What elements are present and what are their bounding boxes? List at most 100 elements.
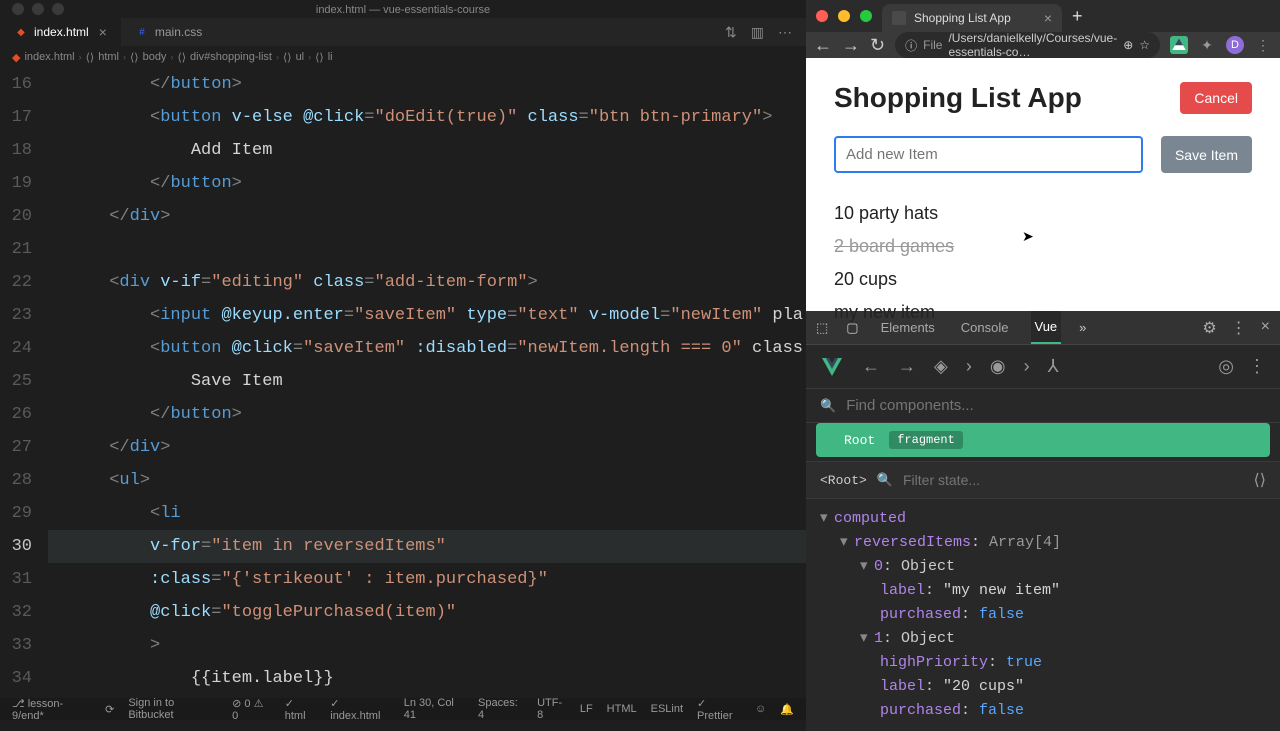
code-icon: ⟨⟩ [177, 51, 186, 64]
tab-index-html[interactable]: ◆ index.html × [0, 18, 121, 46]
root-label: Root [844, 433, 875, 448]
components-icon[interactable]: ◈ [934, 356, 948, 377]
minimize-window[interactable] [838, 10, 850, 22]
tree-icon[interactable]: ⅄ [1048, 356, 1059, 377]
chevron-right-icon[interactable]: › [966, 356, 972, 377]
url-path: /Users/danielkelly/Courses/vue-essential… [948, 31, 1117, 59]
tab-main-css[interactable]: # main.css [121, 18, 216, 46]
bell-icon[interactable]: 🔔 [780, 703, 794, 716]
avatar[interactable]: D [1226, 36, 1244, 54]
tab-title: Shopping List App [914, 11, 1011, 25]
editor-tab-bar: ◆ index.html × # main.css ⇅ ▥ ⋯ [0, 18, 806, 46]
tab-actions: ⇅ ▥ ⋯ [725, 24, 806, 41]
forward-button[interactable]: → [842, 35, 860, 56]
list-item[interactable]: my new item [834, 296, 1252, 329]
crumb[interactable]: html [98, 51, 119, 63]
vue-devtools-icon[interactable] [1170, 36, 1188, 54]
forward-icon[interactable]: → [898, 356, 916, 377]
state-inspector[interactable]: ▾computed ▾reversedItems: Array[4] ▾0: O… [806, 499, 1280, 731]
new-tab-button[interactable]: + [1072, 6, 1083, 27]
extensions-icon[interactable]: ✦ [1198, 36, 1216, 54]
reload-button[interactable]: ↻ [870, 35, 885, 56]
prettier[interactable]: ✓ Prettier [697, 697, 741, 722]
save-item-button[interactable]: Save Item [1161, 136, 1252, 173]
star-icon[interactable]: ☆ [1139, 38, 1150, 52]
eslint[interactable]: ESLint [651, 703, 683, 715]
expand-icon[interactable]: ⟨⟩ [1254, 470, 1266, 490]
compass-icon[interactable]: ◉ [990, 356, 1006, 377]
close-window[interactable] [816, 10, 828, 22]
file-indicator[interactable]: ✓ index.html [330, 697, 390, 722]
eol[interactable]: LF [580, 703, 593, 715]
menu-icon[interactable]: ⋮ [1254, 36, 1272, 54]
breadcrumb: ◆ index.html› ⟨⟩html› ⟨⟩body› ⟨⟩div#shop… [0, 46, 806, 68]
selected-component: <Root> [820, 473, 867, 488]
close-devtools-icon[interactable]: × [1261, 318, 1270, 338]
search-icon: 🔍 [820, 398, 836, 414]
problems[interactable]: ⊘ 0 ⚠ 0 [232, 697, 271, 722]
back-icon[interactable]: ← [862, 356, 880, 377]
code-area[interactable]: 16171819202122232425262728293031323334 <… [0, 68, 806, 698]
filter-state-input[interactable] [903, 472, 1244, 488]
vue-logo-icon [820, 355, 844, 379]
code-body[interactable]: </button> <button v-else @click="doEdit(… [48, 68, 806, 698]
search-icon: 🔍 [877, 472, 893, 488]
cursor-pos[interactable]: Ln 30, Col 41 [404, 697, 464, 721]
spaces[interactable]: Spaces: 4 [478, 697, 523, 721]
devtools: ⬚ ▢ Elements Console Vue » ⚙ ⋮ × ← → ◈ ›… [806, 311, 1280, 731]
bitbucket-signin[interactable]: Sign in to Bitbucket [128, 697, 218, 721]
browser-tab[interactable]: Shopping List App × [882, 4, 1062, 32]
crumb[interactable]: ul [296, 51, 305, 63]
chevron-right-icon[interactable]: › [1024, 356, 1030, 377]
tab-label: main.css [155, 25, 202, 39]
cursor-icon: ➤ [1022, 228, 1034, 245]
status-bar: ⎇ lesson-9/end* ⟳ Sign in to Bitbucket ⊘… [0, 698, 806, 720]
maximize-window[interactable] [860, 10, 872, 22]
crumb[interactable]: div#shopping-list [190, 51, 272, 63]
crumb[interactable]: index.html [24, 51, 74, 63]
html-indicator[interactable]: ✓ html [285, 697, 317, 722]
list-item[interactable]: 10 party hats [834, 197, 1252, 230]
reader-icon[interactable]: ⊕ [1123, 38, 1133, 52]
app-viewport: Shopping List App Cancel Save Item 10 pa… [806, 58, 1280, 311]
url-bar[interactable]: ⓘ File /Users/danielkelly/Courses/vue-es… [895, 32, 1160, 58]
split-icon[interactable]: ▥ [751, 24, 764, 41]
target-icon[interactable]: ◎ [1218, 356, 1234, 377]
feedback-icon[interactable]: ☺ [755, 703, 766, 715]
compare-icon[interactable]: ⇅ [725, 24, 737, 41]
lang[interactable]: HTML [607, 703, 637, 715]
more-icon[interactable]: ⋯ [778, 24, 792, 41]
html-file-icon: ◆ [14, 25, 28, 39]
state-filter-bar: <Root> 🔍 ⟨⟩ [806, 461, 1280, 499]
html-file-icon: ◆ [12, 51, 20, 64]
back-button[interactable]: ← [814, 35, 832, 56]
more-icon[interactable]: ⋮ [1248, 356, 1266, 377]
close-icon[interactable]: × [99, 24, 107, 40]
encoding[interactable]: UTF-8 [537, 697, 566, 721]
cancel-button[interactable]: Cancel [1180, 82, 1252, 114]
url-bar-row: ← → ↻ ⓘ File /Users/danielkelly/Courses/… [806, 32, 1280, 58]
code-icon: ⟨⟩ [86, 51, 95, 64]
info-icon[interactable]: ⓘ [905, 37, 917, 54]
browser-pane: Shopping List App × + ← → ↻ ⓘ File /User… [806, 0, 1280, 720]
page-title: Shopping List App [834, 82, 1082, 114]
close-icon[interactable]: × [1044, 10, 1052, 26]
code-icon: ⟨⟩ [130, 51, 139, 64]
git-branch[interactable]: ⎇ lesson-9/end* [12, 697, 91, 722]
fragment-badge: fragment [889, 431, 963, 449]
editor-pane: index.html — vue-essentials-course ◆ ind… [0, 0, 806, 720]
sync-icon[interactable]: ⟳ [105, 703, 114, 716]
gutter: 16171819202122232425262728293031323334 [0, 68, 48, 698]
list-item[interactable]: 2 board games [834, 230, 1252, 263]
search-input[interactable] [846, 397, 1266, 414]
inspect-icon[interactable]: ⬚ [816, 320, 828, 336]
code-icon: ⟨⟩ [283, 51, 292, 64]
list-item[interactable]: 20 cups [834, 263, 1252, 296]
window-title: index.html — vue-essentials-course [0, 4, 806, 16]
extension-icons: ✦ D ⋮ [1170, 36, 1272, 54]
new-item-input[interactable] [834, 136, 1143, 173]
crumb[interactable]: li [328, 51, 333, 63]
chrome-tab-strip: Shopping List App × + [806, 0, 1280, 32]
component-tree-root[interactable]: Root fragment [816, 423, 1270, 457]
crumb[interactable]: body [143, 51, 167, 63]
